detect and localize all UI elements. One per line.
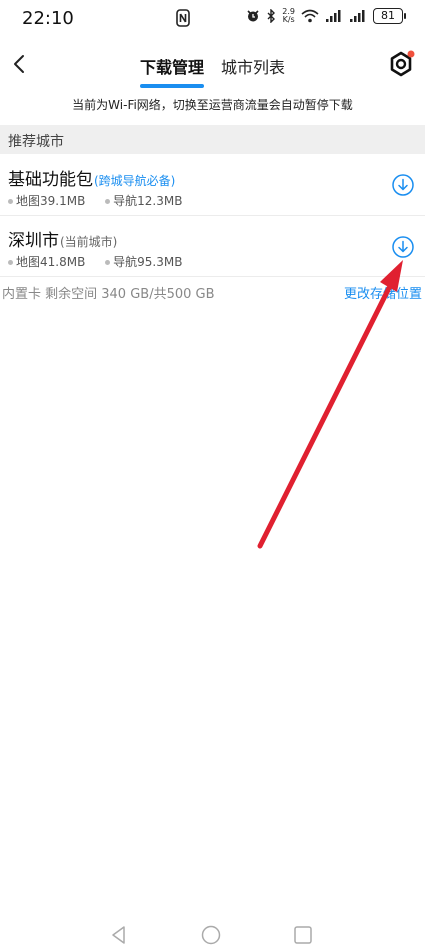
system-nav-bar (0, 920, 425, 950)
status-indicators: 2.9 K/s 81 (246, 7, 406, 24)
tab-bar: 下载管理 城市列表 (0, 54, 425, 88)
city-name: 基础功能包 (8, 170, 93, 190)
status-time: 22:10 (22, 8, 74, 29)
nfc-icon (176, 9, 190, 27)
bluetooth-icon (267, 9, 276, 23)
signal-icon-1 (326, 10, 341, 22)
city-name: 深圳市 (8, 231, 59, 251)
settings-icon[interactable] (387, 50, 415, 78)
battery-indicator: 81 (373, 8, 406, 24)
triangle-back-icon[interactable] (108, 924, 130, 946)
list-item-shenzhen[interactable]: 深圳市(当前城市) 地图41.8MB 导航95.3MB (0, 216, 425, 277)
bullet-dot (8, 260, 13, 265)
list-item-basic-package[interactable]: 基础功能包(跨城导航必备) 地图39.1MB 导航12.3MB (0, 155, 425, 216)
nav-size: 导航12.3MB (113, 194, 183, 208)
signal-icon-2 (350, 10, 365, 22)
download-circle-icon[interactable] (391, 235, 415, 259)
status-bar: 22:10 2.9 K/s 81 (0, 0, 425, 38)
download-circle-icon[interactable] (391, 173, 415, 197)
nav-size: 导航95.3MB (113, 255, 183, 269)
bullet-dot (105, 199, 111, 204)
top-nav: 下载管理 城市列表 (0, 40, 425, 88)
map-size: 地图41.8MB (16, 255, 86, 269)
storage-info: 内置卡 剩余空间 340 GB/共500 GB (2, 287, 215, 302)
city-name-line: 基础功能包(跨城导航必备) (8, 165, 175, 190)
map-size: 地图39.1MB (16, 194, 86, 208)
section-title: 推荐城市 (8, 134, 64, 150)
wifi-icon (301, 9, 319, 23)
circle-home-icon[interactable] (200, 924, 222, 946)
network-speed: 2.9 K/s (282, 7, 295, 24)
tab-download-manager[interactable]: 下载管理 (139, 54, 204, 88)
section-header: 推荐城市 (0, 125, 425, 154)
alarm-icon (247, 10, 259, 22)
storage-line: 内置卡 剩余空间 340 GB/共500 GB 更改存储位置 (0, 283, 425, 302)
package-sizes: 地图39.1MB 导航12.3MB (8, 192, 198, 209)
city-tag: (当前城市) (60, 235, 118, 249)
wifi-notice: 当前为Wi-Fi网络，切换至运营商流量会自动暂停下载 (72, 98, 353, 112)
bullet-dot (105, 260, 111, 265)
city-name-line: 深圳市(当前城市) (8, 226, 117, 251)
square-recents-icon[interactable] (292, 924, 314, 946)
package-sizes: 地图41.8MB 导航95.3MB (8, 253, 198, 270)
tab-city-list[interactable]: 城市列表 (221, 54, 285, 88)
change-storage-link[interactable]: 更改存储位置 (344, 283, 422, 302)
bullet-dot (8, 199, 13, 204)
city-tag: (跨城导航必备) (94, 174, 176, 188)
